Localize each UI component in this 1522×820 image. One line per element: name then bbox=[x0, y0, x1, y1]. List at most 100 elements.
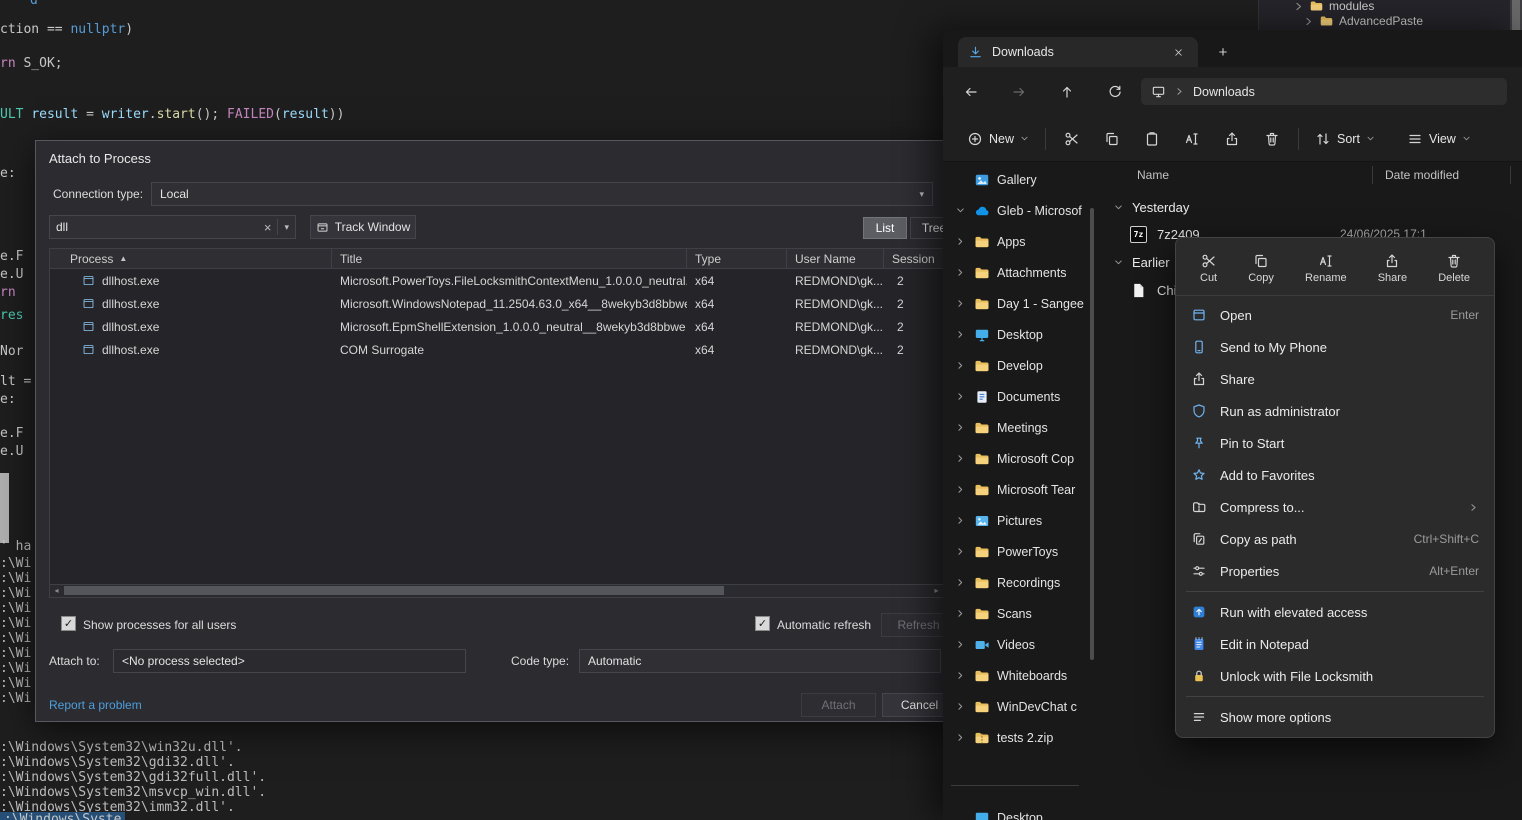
sidebar-item-windevchat[interactable]: WinDevChat c bbox=[943, 691, 1100, 722]
scrollbar[interactable] bbox=[1510, 0, 1522, 30]
sidebar-item-powertoys[interactable]: PowerToys bbox=[943, 536, 1100, 567]
sidebar-scrollbar[interactable] bbox=[1090, 208, 1094, 660]
share-button[interactable] bbox=[1212, 122, 1252, 156]
chevron-right-icon[interactable] bbox=[953, 298, 967, 309]
chevron-down-icon[interactable] bbox=[953, 205, 967, 216]
chevron-right-icon[interactable] bbox=[953, 360, 967, 371]
up-button[interactable] bbox=[1051, 76, 1083, 108]
sidebar-item-apps[interactable]: Apps bbox=[943, 226, 1100, 257]
sidebar-item-tests-zip[interactable]: tests 2.zip bbox=[943, 722, 1100, 753]
show-all-users-checkbox[interactable]: ✓ bbox=[61, 616, 76, 631]
column-header-title[interactable]: Title bbox=[332, 249, 687, 268]
context-menu-item-properties[interactable]: Properties Alt+Enter bbox=[1176, 555, 1494, 587]
paste-button[interactable] bbox=[1132, 122, 1172, 156]
process-row[interactable]: dllhost.exe Microsoft.PowerToys.FileLock… bbox=[50, 269, 943, 292]
track-window-button[interactable]: Track Window bbox=[310, 215, 416, 239]
process-row[interactable]: dllhost.exe Microsoft.WindowsNotepad_11.… bbox=[50, 292, 943, 315]
column-divider[interactable] bbox=[1510, 166, 1511, 184]
chevron-right-icon[interactable] bbox=[953, 329, 967, 340]
back-button[interactable] bbox=[955, 76, 987, 108]
process-row[interactable]: dllhost.exe Microsoft.EpmShellExtension_… bbox=[50, 315, 943, 338]
chevron-right-icon[interactable] bbox=[953, 701, 967, 712]
quick-cut-button[interactable]: Cut bbox=[1200, 253, 1217, 284]
chevron-right-icon[interactable] bbox=[953, 391, 967, 402]
context-menu-item-run-elevated[interactable]: Run with elevated access bbox=[1176, 596, 1494, 628]
quick-delete-button[interactable]: Delete bbox=[1438, 253, 1470, 284]
sidebar-item-onedrive[interactable]: Gleb - Microsof bbox=[943, 195, 1100, 226]
address-bar[interactable]: Downloads bbox=[1141, 78, 1507, 105]
address-segment-downloads[interactable]: Downloads bbox=[1193, 85, 1255, 99]
group-header-yesterday[interactable]: Yesterday bbox=[1100, 193, 1189, 221]
sidebar-item-pictures[interactable]: Pictures bbox=[943, 505, 1100, 536]
tab-downloads[interactable]: Downloads bbox=[958, 37, 1198, 67]
context-menu-item-send-to-phone[interactable]: Send to My Phone bbox=[1176, 331, 1494, 363]
context-menu-item-add-to-favorites[interactable]: Add to Favorites bbox=[1176, 459, 1494, 491]
sidebar-item-whiteboards[interactable]: Whiteboards bbox=[943, 660, 1100, 691]
sidebar-item-attachments[interactable]: Attachments bbox=[943, 257, 1100, 288]
context-menu-item-open[interactable]: Open Enter bbox=[1176, 299, 1494, 331]
column-header-type[interactable]: Type bbox=[687, 249, 787, 268]
horizontal-scrollbar[interactable]: ◂ ▸ bbox=[49, 585, 944, 598]
connection-type-combo[interactable]: Local ▾ bbox=[151, 182, 933, 206]
quick-share-button[interactable]: Share bbox=[1378, 253, 1407, 284]
forward-button[interactable] bbox=[1003, 76, 1035, 108]
delete-button[interactable] bbox=[1252, 122, 1292, 156]
sidebar-item-recordings[interactable]: Recordings bbox=[943, 567, 1100, 598]
context-menu-item-copy-as-path[interactable]: Copy as path Ctrl+Shift+C bbox=[1176, 523, 1494, 555]
attach-to-field[interactable]: <No process selected> bbox=[113, 649, 466, 673]
scroll-right-icon[interactable]: ▸ bbox=[930, 585, 943, 596]
chevron-right-icon[interactable] bbox=[953, 670, 967, 681]
sidebar-item-documents[interactable]: Documents bbox=[943, 381, 1100, 412]
column-header-session[interactable]: Session bbox=[884, 249, 943, 268]
copy-button[interactable] bbox=[1092, 122, 1132, 156]
chevron-right-icon[interactable] bbox=[953, 453, 967, 464]
tree-item-advancedpaste[interactable]: AdvancedPaste bbox=[1303, 12, 1423, 30]
group-header-earlier[interactable]: Earlier bbox=[1100, 248, 1170, 276]
context-menu-item-edit-in-notepad[interactable]: Edit in Notepad bbox=[1176, 628, 1494, 660]
sidebar-item-microsoft-tear[interactable]: Microsoft Tear bbox=[943, 474, 1100, 505]
sidebar-item-desktop[interactable]: Desktop bbox=[943, 319, 1100, 350]
scrollbar-fragment[interactable] bbox=[0, 473, 9, 543]
attach-button[interactable]: Attach bbox=[801, 693, 876, 717]
column-header-user[interactable]: User Name bbox=[787, 249, 884, 268]
context-menu-item-pin-to-start[interactable]: Pin to Start bbox=[1176, 427, 1494, 459]
column-header-date-modified[interactable]: Date modified bbox=[1372, 168, 1459, 182]
chevron-right-icon[interactable] bbox=[953, 484, 967, 495]
refresh-button[interactable] bbox=[1099, 76, 1131, 108]
chevron-right-icon[interactable] bbox=[953, 236, 967, 247]
report-problem-link[interactable]: Report a problem bbox=[49, 698, 142, 712]
chevron-right-icon[interactable] bbox=[953, 515, 967, 526]
process-row[interactable]: dllhost.exe COM Surrogate x64 REDMOND\gk… bbox=[50, 338, 943, 361]
context-menu-item-show-more-options[interactable]: Show more options bbox=[1176, 701, 1494, 733]
column-divider[interactable] bbox=[1372, 166, 1373, 184]
sidebar-item-scans[interactable]: Scans bbox=[943, 598, 1100, 629]
view-button[interactable]: View bbox=[1397, 122, 1481, 156]
context-menu-item-run-as-admin[interactable]: Run as administrator bbox=[1176, 395, 1494, 427]
chevron-right-icon[interactable] bbox=[953, 422, 967, 433]
chevron-down-icon[interactable]: ▾ bbox=[284, 222, 289, 233]
rename-button[interactable] bbox=[1172, 122, 1212, 156]
close-tab-icon[interactable] bbox=[1168, 42, 1188, 62]
context-menu-item-unlock-file-locksmith[interactable]: Unlock with File Locksmith bbox=[1176, 660, 1494, 692]
chevron-right-icon[interactable] bbox=[953, 732, 967, 743]
chevron-right-icon[interactable] bbox=[953, 546, 967, 557]
column-header-name[interactable]: Name bbox=[1100, 168, 1372, 182]
sidebar-item-meetings[interactable]: Meetings bbox=[943, 412, 1100, 443]
column-header-process[interactable]: Process▲ bbox=[50, 249, 332, 268]
new-button[interactable]: New bbox=[957, 122, 1039, 156]
sort-button[interactable]: Sort bbox=[1305, 122, 1385, 156]
cut-button[interactable] bbox=[1052, 122, 1092, 156]
chevron-right-icon[interactable] bbox=[953, 608, 967, 619]
scroll-left-icon[interactable]: ◂ bbox=[50, 585, 63, 596]
context-menu-item-share[interactable]: Share bbox=[1176, 363, 1494, 395]
auto-refresh-checkbox[interactable]: ✓ bbox=[755, 616, 770, 631]
sidebar-item-day1[interactable]: Day 1 - Sangee bbox=[943, 288, 1100, 319]
sidebar-item-develop[interactable]: Develop bbox=[943, 350, 1100, 381]
clear-filter-icon[interactable]: × bbox=[258, 220, 278, 235]
process-filter-input[interactable] bbox=[56, 220, 258, 234]
sidebar-item-videos[interactable]: Videos bbox=[943, 629, 1100, 660]
chevron-right-icon[interactable] bbox=[953, 577, 967, 588]
context-menu-item-compress-to[interactable]: Compress to... bbox=[1176, 491, 1494, 523]
code-type-field[interactable]: Automatic bbox=[579, 649, 941, 673]
sidebar-item-gallery[interactable]: Gallery bbox=[943, 164, 1100, 195]
